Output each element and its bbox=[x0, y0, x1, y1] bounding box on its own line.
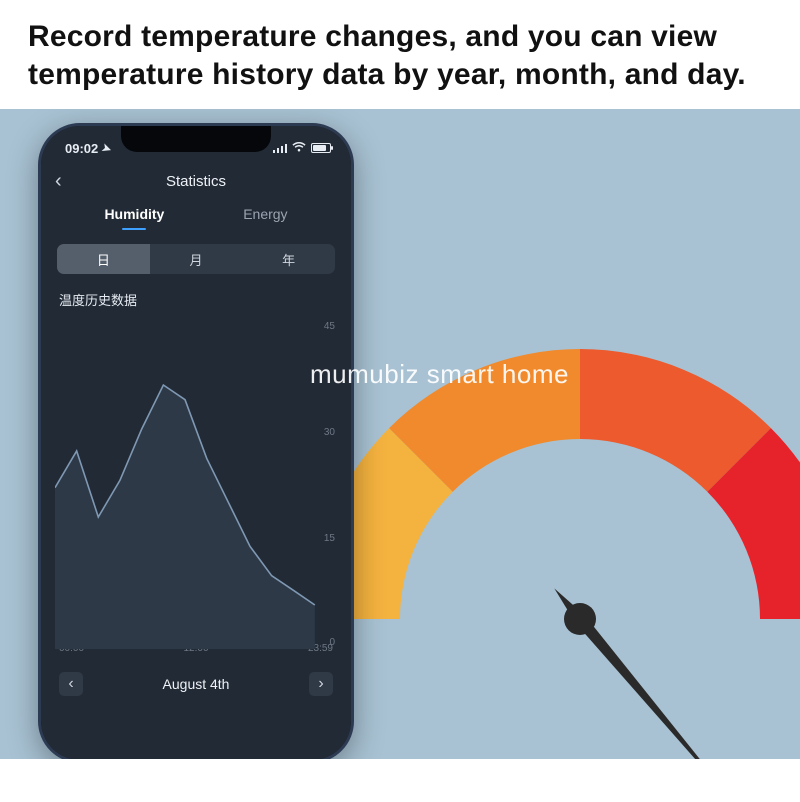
status-time: 09:02 bbox=[65, 141, 98, 156]
nav-bar: ‹ Statistics bbox=[41, 164, 351, 198]
tab-energy[interactable]: Energy bbox=[243, 206, 287, 230]
top-tabs: Humidity Energy bbox=[41, 198, 351, 230]
segment-day[interactable]: 日 bbox=[57, 244, 150, 274]
ytick: 45 bbox=[324, 321, 335, 332]
current-date-label: August 4th bbox=[163, 676, 230, 692]
promo-area: mumubiz smart home 09:02 ➤ ‹ Stati bbox=[0, 109, 800, 759]
segment-year[interactable]: 年 bbox=[242, 244, 335, 274]
phone-notch bbox=[121, 126, 271, 152]
page-title: Statistics bbox=[166, 173, 226, 190]
location-icon: ➤ bbox=[100, 140, 113, 155]
watermark-text: mumubiz smart home bbox=[310, 359, 569, 390]
phone-mockup: 09:02 ➤ ‹ Statistics Humidity Energy bbox=[38, 123, 354, 759]
line-chart: 45 30 15 0 bbox=[55, 319, 337, 649]
battery-icon bbox=[311, 143, 331, 153]
prev-date-button[interactable]: ‹ bbox=[59, 672, 83, 696]
signal-icon bbox=[273, 143, 288, 153]
period-segmented-control: 日 月 年 bbox=[57, 244, 335, 274]
back-icon[interactable]: ‹ bbox=[55, 170, 62, 193]
ytick: 30 bbox=[324, 427, 335, 438]
app-screen: 09:02 ➤ ‹ Statistics Humidity Energy bbox=[41, 126, 351, 759]
next-date-button[interactable]: › bbox=[309, 672, 333, 696]
promo-caption: Record temperature changes, and you can … bbox=[0, 0, 800, 109]
wifi-icon bbox=[292, 141, 306, 155]
tab-humidity[interactable]: Humidity bbox=[104, 206, 164, 230]
segment-month[interactable]: 月 bbox=[150, 244, 243, 274]
ytick: 0 bbox=[329, 637, 335, 648]
date-navigator: ‹ August 4th › bbox=[41, 654, 351, 696]
ytick: 15 bbox=[324, 533, 335, 544]
history-title: 温度历史数据 bbox=[41, 274, 351, 313]
